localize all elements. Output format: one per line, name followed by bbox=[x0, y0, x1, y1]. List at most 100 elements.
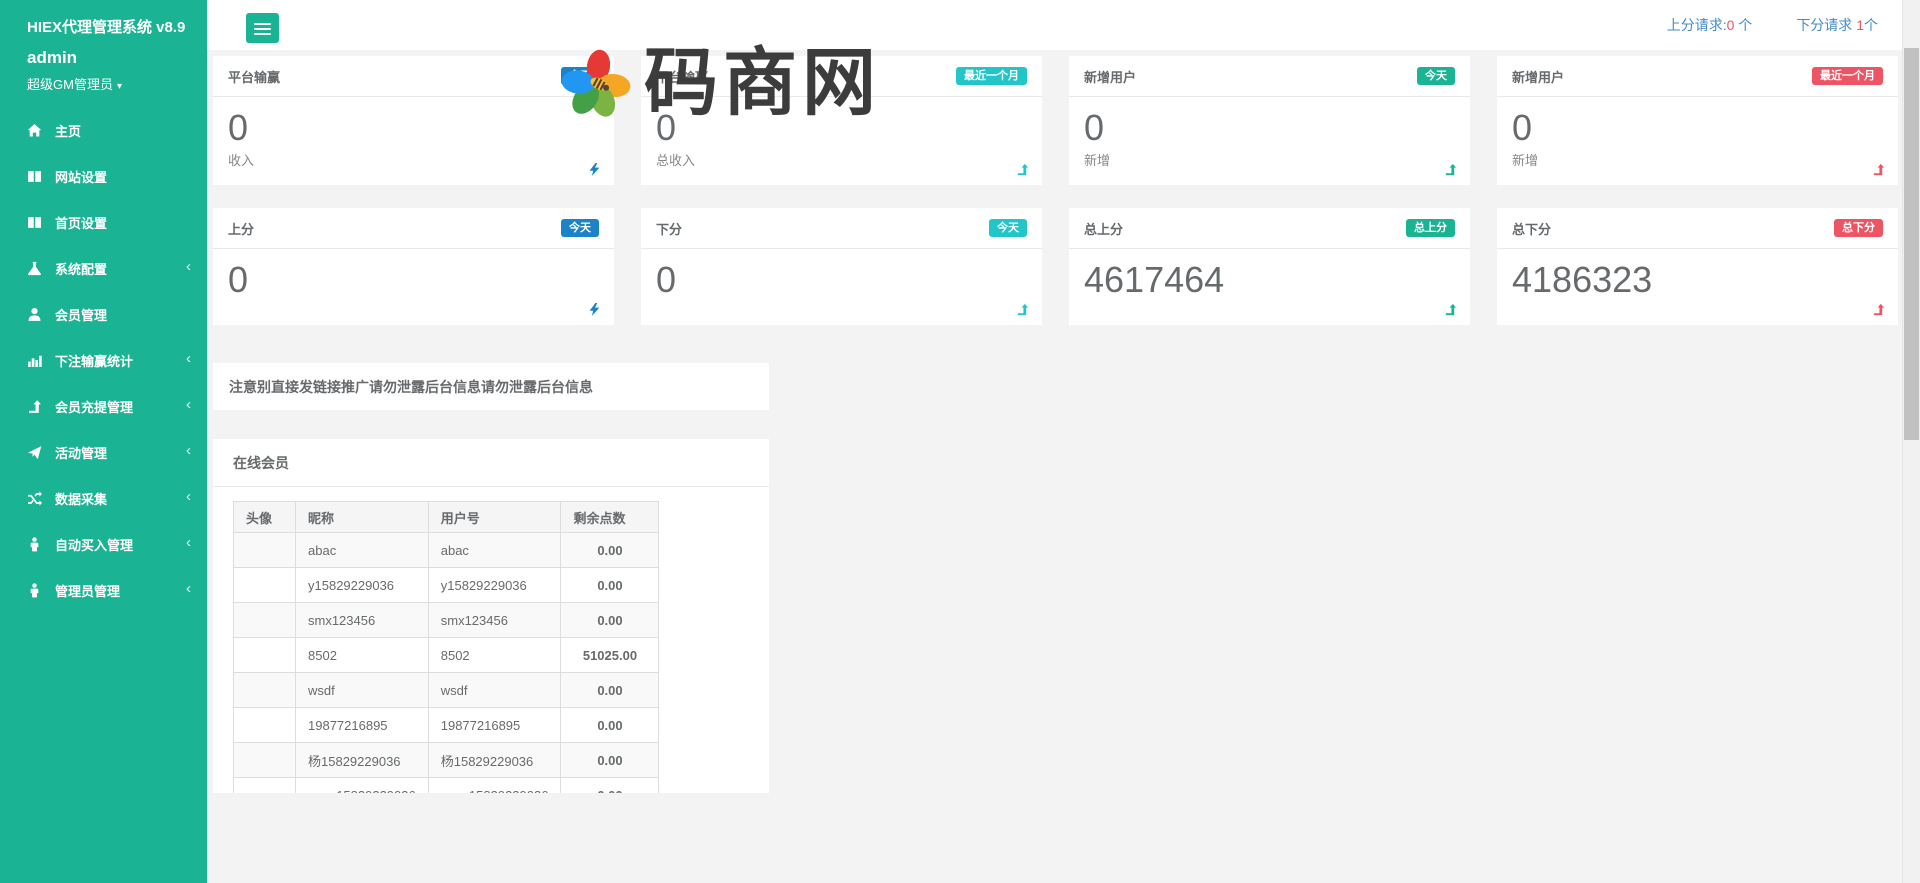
table-row: yang15829229036yang158292290360.00 bbox=[234, 778, 659, 794]
sidebar-item-recharge-withdraw[interactable]: 会员充提管理 ‹ bbox=[0, 383, 207, 429]
sidebar-item-bet-stats[interactable]: 下注输赢统计 ‹ bbox=[0, 337, 207, 383]
table-row: 19877216895198772168950.00 bbox=[234, 708, 659, 743]
sidebar-nav: 主页 网站设置 首页设置 系统配置 ‹ 会员管理 下注输赢统计 ‹ bbox=[0, 107, 207, 613]
flask-icon bbox=[27, 261, 42, 276]
level-up-icon bbox=[1016, 163, 1029, 176]
paper-plane-icon bbox=[27, 445, 42, 460]
level-up-icon bbox=[1444, 303, 1457, 316]
sidebar-item-label: 会员管理 bbox=[55, 305, 107, 324]
status-badge: 最近一个月 bbox=[956, 67, 1027, 85]
avatar bbox=[234, 568, 296, 603]
down-request-unit: 个 bbox=[1864, 17, 1878, 33]
down-score-requests-link[interactable]: 下分请求 1个 bbox=[1796, 15, 1878, 35]
card-value: 0 bbox=[228, 259, 599, 300]
table-row: smx123456smx1234560.00 bbox=[234, 603, 659, 638]
sidebar-item-homepage-settings[interactable]: 首页设置 bbox=[0, 199, 207, 245]
top-navbar: 上分请求:0 个 下分请求 1个 bbox=[207, 0, 1902, 50]
up-score-requests-link[interactable]: 上分请求:0 个 bbox=[1667, 15, 1753, 35]
panel-title: 在线会员 bbox=[213, 439, 769, 487]
sidebar-item-system-config[interactable]: 系统配置 ‹ bbox=[0, 245, 207, 291]
up-request-unit: 个 bbox=[1734, 17, 1752, 33]
stat-card-up-score-today: 上分 今天 0 bbox=[213, 208, 614, 325]
card-value: 4617464 bbox=[1084, 259, 1455, 300]
scrollbar-track[interactable] bbox=[1902, 0, 1920, 883]
sidebar-item-label: 数据采集 bbox=[55, 489, 107, 508]
sidebar-item-label: 主页 bbox=[55, 121, 81, 140]
flower-logo-icon bbox=[556, 42, 636, 124]
card-title: 新增用户 bbox=[1512, 67, 1564, 86]
table-header-row: 头像 昵称 用户号 剩余点数 bbox=[234, 502, 659, 533]
home-icon bbox=[27, 123, 42, 138]
sidebar-item-site-settings[interactable]: 网站设置 bbox=[0, 153, 207, 199]
columns-icon bbox=[27, 169, 42, 184]
notice-text: 注意别直接发链接推广请勿泄露后台信息请勿泄露后台信息 bbox=[229, 377, 593, 397]
down-request-count: 1 bbox=[1856, 17, 1864, 33]
chevron-down-icon: ▾ bbox=[117, 81, 122, 92]
card-value: 0 bbox=[656, 259, 1027, 300]
sidebar-item-label: 管理员管理 bbox=[55, 581, 120, 600]
stat-cards-row-1: 平台输赢今天 0收入 平台输赢最近一个月 0总收入 新增用户今天 0新增 新增用… bbox=[213, 56, 1898, 185]
shuffle-icon bbox=[27, 491, 42, 506]
card-title: 总下分 bbox=[1512, 219, 1551, 238]
scrollbar-thumb[interactable] bbox=[1904, 48, 1919, 440]
level-up-icon bbox=[1872, 163, 1885, 176]
status-badge: 今天 bbox=[989, 219, 1027, 237]
status-badge: 今天 bbox=[561, 219, 599, 237]
hamburger-icon bbox=[254, 23, 271, 25]
sidebar-item-label: 网站设置 bbox=[55, 167, 107, 186]
table-row: y15829229036y158292290360.00 bbox=[234, 568, 659, 603]
role-label: 超级GM管理员 bbox=[27, 77, 113, 92]
stat-card-new-users-month: 新增用户 最近一个月 0 新增 bbox=[1497, 56, 1898, 185]
watermark-text: 码商网 bbox=[644, 46, 881, 120]
card-sublabel: 新增 bbox=[1084, 150, 1455, 169]
avatar bbox=[234, 708, 296, 743]
male-icon bbox=[27, 537, 42, 552]
sidebar-item-label: 自动买入管理 bbox=[55, 535, 133, 554]
sidebar-item-label: 会员充提管理 bbox=[55, 397, 133, 416]
chevron-left-icon: ‹ bbox=[186, 396, 191, 413]
column-header-points: 剩余点数 bbox=[561, 502, 659, 533]
bolt-icon bbox=[588, 163, 601, 176]
card-value: 0 bbox=[1512, 107, 1883, 148]
card-sublabel: 新增 bbox=[1512, 150, 1883, 169]
down-request-label: 下分请求 bbox=[1796, 17, 1856, 33]
sidebar-item-data-collection[interactable]: 数据采集 ‹ bbox=[0, 475, 207, 521]
sidebar-item-auto-buy[interactable]: 自动买入管理 ‹ bbox=[0, 521, 207, 567]
sidebar-item-label: 下注输赢统计 bbox=[55, 351, 133, 370]
card-title: 上分 bbox=[228, 219, 254, 238]
up-request-label: 上分请求: bbox=[1667, 17, 1727, 33]
card-value: 0 bbox=[1084, 107, 1455, 148]
sidebar-item-admin-management[interactable]: 管理员管理 ‹ bbox=[0, 567, 207, 613]
stat-cards-row-2: 上分今天 0 下分今天 0 总上分总上分 4617464 总下分总下分 4186… bbox=[213, 208, 1898, 325]
avatar bbox=[234, 778, 296, 794]
avatar bbox=[234, 533, 296, 568]
card-title: 新增用户 bbox=[1084, 67, 1136, 86]
card-title: 总上分 bbox=[1084, 219, 1123, 238]
level-up-icon bbox=[1872, 303, 1885, 316]
stat-card-platform-winloss-today: 平台输赢今天 0收入 bbox=[213, 56, 614, 185]
online-members-panel: 在线会员 头像 昵称 用户号 剩余点数 abacabac0.00 y158292… bbox=[213, 439, 769, 793]
chevron-left-icon: ‹ bbox=[186, 350, 191, 367]
sidebar-item-home[interactable]: 主页 bbox=[0, 107, 207, 153]
columns-icon bbox=[27, 215, 42, 230]
role-dropdown[interactable]: 超级GM管理员 ▾ bbox=[27, 74, 207, 93]
watermark: 码商网 bbox=[556, 42, 881, 124]
sidebar-item-activity-management[interactable]: 活动管理 ‹ bbox=[0, 429, 207, 475]
sidebar-item-member-management[interactable]: 会员管理 bbox=[0, 291, 207, 337]
column-header-nickname: 昵称 bbox=[296, 502, 429, 533]
stat-card-total-down-score: 总下分总下分 4186323 bbox=[1497, 208, 1898, 325]
notice-bar: 注意别直接发链接推广请勿泄露后台信息请勿泄露后台信息 bbox=[213, 363, 769, 410]
stat-card-total-up-score: 总上分总上分 4617464 bbox=[1069, 208, 1470, 325]
table-row: 杨15829229036杨158292290360.00 bbox=[234, 743, 659, 778]
level-up-icon bbox=[1016, 303, 1029, 316]
main-content: 平台输赢今天 0收入 平台输赢最近一个月 0总收入 新增用户今天 0新增 新增用… bbox=[207, 50, 1902, 883]
sidebar-toggle-button[interactable] bbox=[246, 13, 279, 43]
status-badge: 最近一个月 bbox=[1812, 67, 1883, 85]
column-header-avatar: 头像 bbox=[234, 502, 296, 533]
avatar bbox=[234, 638, 296, 673]
username: admin bbox=[27, 48, 207, 68]
table-row: 8502850251025.00 bbox=[234, 638, 659, 673]
level-up-icon bbox=[1444, 163, 1457, 176]
card-value: 0 bbox=[228, 107, 599, 148]
sidebar-item-label: 活动管理 bbox=[55, 443, 107, 462]
